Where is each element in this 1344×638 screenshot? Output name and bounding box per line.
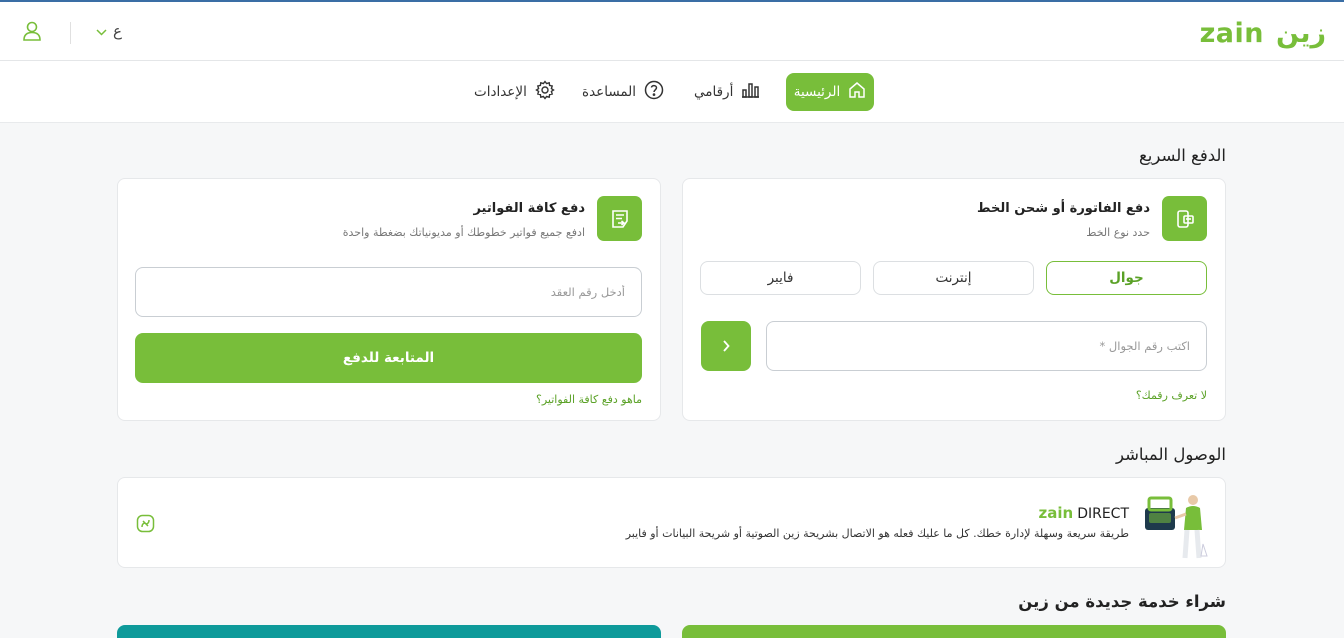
zain-direct-brand-direct: DIRECT	[1077, 506, 1129, 522]
nav-help-label: المساعدة	[582, 84, 637, 100]
bill-card-icon	[1162, 196, 1207, 241]
line-type-internet[interactable]: إنترنت	[873, 261, 1034, 295]
nav-item-help[interactable]: المساعدة	[582, 73, 664, 111]
forgot-number-link[interactable]: لا تعرف رقمك؟	[1136, 389, 1207, 402]
user-icon[interactable]	[22, 20, 44, 44]
bill-payment-card: دفع الفاتورة أو شحن الخط حدد نوع الخط جو…	[682, 178, 1226, 421]
nav-item-numbers[interactable]: أرقامي	[694, 73, 760, 111]
line-type-fiber[interactable]: فايبر	[700, 261, 861, 295]
zain-direct-illustration	[1139, 486, 1211, 561]
all-bills-title: دفع كافة الفواتير	[473, 201, 585, 216]
logo-latin-text: zain	[1199, 17, 1265, 49]
home-icon	[848, 81, 866, 103]
header-divider	[70, 22, 71, 44]
logo-arabic-text: زين	[1276, 17, 1326, 49]
submit-number-button[interactable]	[701, 321, 751, 371]
direct-access-title: الوصول المباشر	[1116, 445, 1226, 464]
continue-payment-button[interactable]: المتابعة للدفع	[135, 333, 642, 383]
nav-item-settings[interactable]: الإعدادات	[474, 73, 555, 111]
nav-settings-label: الإعدادات	[474, 84, 527, 100]
zain-direct-card[interactable]: zain DIRECT طريقة سريعة وسهلة لإدارة خطك…	[117, 477, 1226, 568]
nav-item-home[interactable]: الرئيسية	[786, 73, 874, 111]
zain-direct-description: طريقة سريعة وسهلة لإدارة خطك. كل ما عليك…	[625, 527, 1129, 540]
zain-direct-brand-zain: zain	[1038, 504, 1074, 522]
all-bills-card: دفع كافة الفواتير ادفع جميع فواتير خطوطك…	[117, 178, 661, 421]
chevron-down-icon	[96, 22, 107, 40]
zain-logo[interactable]: zain زين	[1200, 16, 1326, 50]
language-switcher[interactable]: ع	[96, 22, 122, 40]
all-bills-info-link[interactable]: ماهو دفع كافة الفواتير؟	[536, 393, 642, 406]
all-bills-subtitle: ادفع جميع فواتير خطوطك أو مديونياتك بضغط…	[342, 226, 585, 239]
chevron-right-icon	[722, 337, 730, 356]
zain-direct-brand: zain DIRECT	[1039, 504, 1130, 522]
mobile-number-input[interactable]	[766, 321, 1207, 371]
phone-link-icon[interactable]	[136, 514, 155, 537]
top-bar: zain زين ع	[0, 0, 1344, 61]
bill-card-subtitle: حدد نوع الخط	[1086, 226, 1150, 239]
new-service-banner-teal[interactable]	[117, 625, 661, 638]
new-service-banner-green[interactable]	[682, 625, 1226, 638]
new-service-title: شراء خدمة جديدة من زين	[1018, 592, 1226, 611]
language-label: ع	[113, 22, 122, 40]
settings-icon	[535, 80, 555, 104]
contract-number-input[interactable]	[135, 267, 642, 317]
nav-numbers-label: أرقامي	[694, 84, 734, 100]
bill-card-title: دفع الفاتورة أو شحن الخط	[977, 201, 1150, 216]
quick-pay-title: الدفع السريع	[1139, 146, 1226, 165]
main-navigation: الرئيسية أرقامي المساعدة الإعدادات	[0, 61, 1344, 123]
help-icon	[644, 80, 664, 104]
all-bills-icon	[597, 196, 642, 241]
line-type-mobile[interactable]: جوال	[1046, 261, 1207, 295]
numbers-icon	[741, 82, 760, 102]
nav-home-label: الرئيسية	[793, 84, 841, 100]
